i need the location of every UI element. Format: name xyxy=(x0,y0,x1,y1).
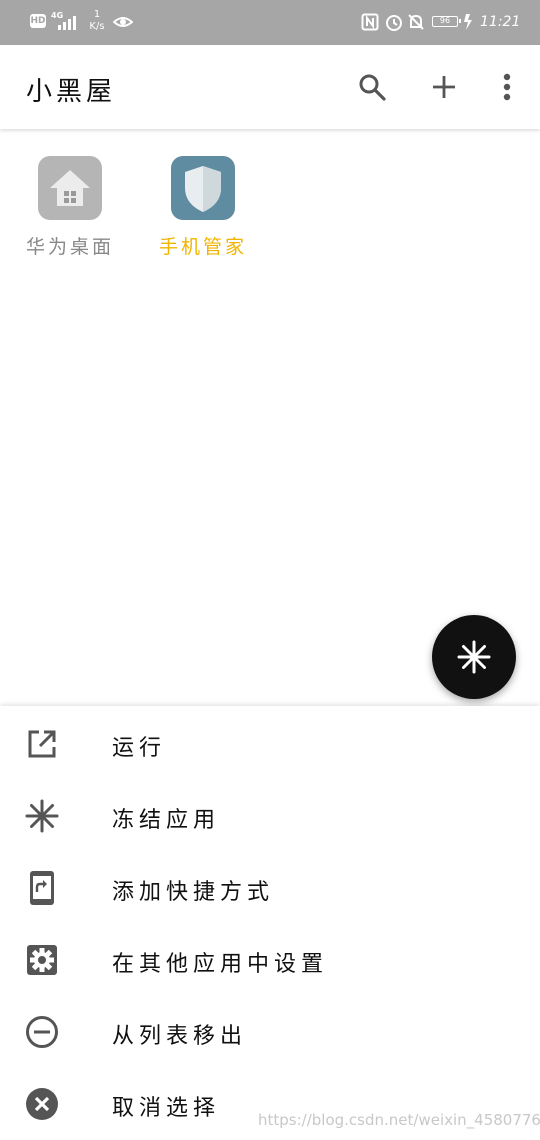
menu-item-add-shortcut[interactable]: 添加快捷方式 xyxy=(0,852,540,924)
freeze-fab[interactable] xyxy=(432,615,516,699)
plus-icon xyxy=(433,76,455,98)
settings-gear-icon xyxy=(24,942,60,978)
battery-level: 96 xyxy=(432,16,461,27)
menu-item-freeze[interactable]: 冻结应用 xyxy=(0,780,540,852)
menu-item-deselect[interactable]: 取消选择 xyxy=(0,1068,540,1140)
network-speed: 1 K/s xyxy=(87,9,107,33)
speed-unit: K/s xyxy=(89,21,105,32)
open-external-icon xyxy=(24,726,60,762)
eye-icon xyxy=(113,17,133,27)
clock: 11:21 xyxy=(480,14,521,30)
nfc-icon xyxy=(361,13,379,31)
more-options-button[interactable] xyxy=(487,67,527,107)
home-icon xyxy=(38,156,102,220)
app-label: 手机管家 xyxy=(158,236,247,258)
alarm-icon xyxy=(386,15,402,31)
add-shortcut-icon xyxy=(24,870,60,906)
menu-item-label: 添加快捷方式 xyxy=(112,880,275,905)
signal-icon xyxy=(58,16,76,30)
mute-bell-icon xyxy=(408,14,424,30)
snowflake-icon xyxy=(457,640,491,674)
menu-item-label: 在其他应用中设置 xyxy=(112,952,329,977)
app-title: 小黑屋 xyxy=(26,77,117,107)
add-button[interactable] xyxy=(424,67,464,107)
action-bottom-sheet: 运行 冻结应用 添加快捷方式 在其他应用中设置 从列表移出 取消选择 xyxy=(0,706,540,1140)
menu-item-label: 运行 xyxy=(112,736,167,761)
app-item-phone-manager[interactable]: 手机管家 xyxy=(148,156,258,259)
menu-item-label: 冻结应用 xyxy=(112,808,221,833)
app-label: 华为桌面 xyxy=(25,236,114,258)
status-bar: HD 4G 1 K/s 96 11:21 xyxy=(0,0,540,45)
app-bar: 小黑屋 xyxy=(0,45,540,129)
menu-item-remove-from-list[interactable]: 从列表移出 xyxy=(0,996,540,1068)
snowflake-icon xyxy=(24,798,60,834)
charging-icon xyxy=(464,14,472,30)
speed-value: 1 xyxy=(93,9,101,20)
remove-circle-icon xyxy=(24,1014,60,1050)
search-icon xyxy=(359,74,386,101)
menu-item-label: 取消选择 xyxy=(112,1096,221,1121)
app-item-huawei-launcher[interactable]: 华为桌面 xyxy=(15,156,125,259)
watermark: https://blog.csdn.net/weixin_45807767 xyxy=(258,1111,540,1129)
shield-icon xyxy=(171,156,235,220)
menu-item-configure-in-other-apps[interactable]: 在其他应用中设置 xyxy=(0,924,540,996)
hd-badge: HD xyxy=(30,14,46,28)
search-button[interactable] xyxy=(352,67,392,107)
more-vert-icon xyxy=(503,73,511,101)
menu-item-label: 从列表移出 xyxy=(112,1024,248,1049)
menu-item-run[interactable]: 运行 xyxy=(0,708,540,780)
cancel-circle-icon xyxy=(24,1086,60,1122)
